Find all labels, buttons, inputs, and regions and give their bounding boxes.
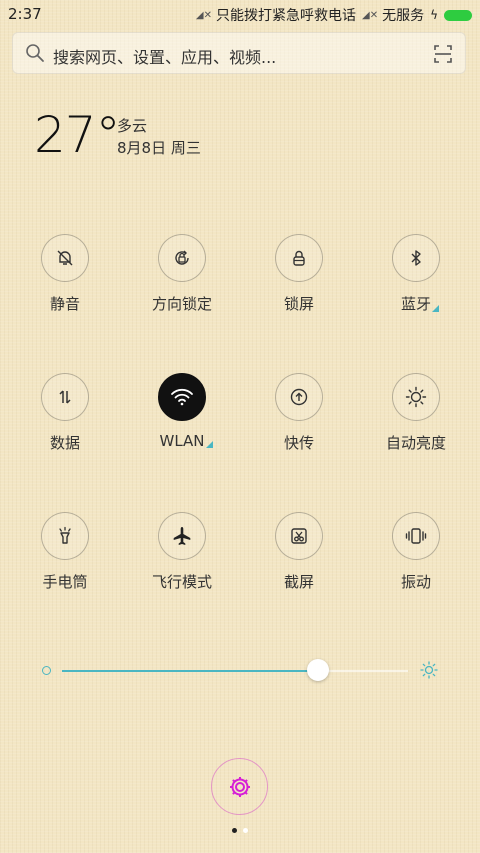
toggle-quick-send[interactable]: 快传 xyxy=(249,373,349,453)
toggle-circle[interactable] xyxy=(41,373,89,421)
auto-brightness-icon xyxy=(405,386,427,408)
bluetooth-icon xyxy=(411,250,421,266)
more-indicator xyxy=(205,441,213,448)
status-bar: 2:37 ◢✕ 只能拨打紧急呼救电话 ◢✕ 无服务 ϟ xyxy=(0,0,480,28)
toggle-circle[interactable] xyxy=(275,234,323,282)
toggle-label: 方向锁定 xyxy=(151,295,212,313)
toggle-mobile-data[interactable]: 数据 xyxy=(15,373,115,453)
flashlight-icon xyxy=(59,526,71,544)
search-bar[interactable]: 搜索网页、设置、应用、视频... xyxy=(12,32,466,74)
lock-icon xyxy=(293,250,305,266)
no-signal-icon: ◢✕ xyxy=(195,9,212,21)
quick-send-icon xyxy=(290,388,308,406)
toggle-label: WLAN xyxy=(159,432,213,450)
toggle-label: 自动亮度 xyxy=(385,434,446,452)
search-icon xyxy=(26,44,44,62)
toggle-circle[interactable] xyxy=(158,512,206,560)
toggle-bluetooth[interactable]: 蓝牙 xyxy=(366,234,466,314)
scan-icon[interactable] xyxy=(433,44,453,64)
sim2-status: 无服务 xyxy=(382,8,425,24)
toggle-circle[interactable] xyxy=(392,373,440,421)
toggle-lock-screen[interactable]: 锁屏 xyxy=(249,234,349,314)
toggle-label: 截屏 xyxy=(283,573,314,591)
toggle-circle[interactable] xyxy=(275,512,323,560)
toggle-circle[interactable] xyxy=(41,512,89,560)
battery-icon xyxy=(444,9,472,21)
toggle-label: 数据 xyxy=(49,434,80,452)
toggle-circle[interactable] xyxy=(275,373,323,421)
toggle-label: 静音 xyxy=(49,295,80,313)
gear-icon xyxy=(229,776,250,797)
rotation-lock-icon xyxy=(175,250,189,265)
toggle-circle[interactable] xyxy=(41,234,89,282)
toggle-wlan[interactable]: WLAN xyxy=(132,373,232,450)
no-signal-icon: ◢✕ xyxy=(362,9,379,21)
search-placeholder: 搜索网页、设置、应用、视频... xyxy=(53,48,277,67)
toggle-airplane-mode[interactable]: 飞行模式 xyxy=(132,512,232,592)
brightness-high-icon xyxy=(420,661,438,679)
weather-condition: 多云 xyxy=(117,117,148,135)
page-indicator xyxy=(232,828,248,833)
status-time: 2:37 xyxy=(8,5,42,23)
toggle-circle[interactable] xyxy=(392,512,440,560)
toggle-label: 飞行模式 xyxy=(151,573,212,591)
data-arrows-icon xyxy=(59,390,71,404)
more-indicator xyxy=(432,305,439,312)
toggle-label: 锁屏 xyxy=(283,295,314,313)
toggle-label: 振动 xyxy=(400,573,431,591)
toggle-vibrate[interactable]: 振动 xyxy=(366,512,466,592)
status-right: ◢✕ 只能拨打紧急呼救电话 ◢✕ 无服务 ϟ xyxy=(196,5,472,25)
page-dot xyxy=(232,828,237,833)
toggle-flashlight[interactable]: 手电筒 xyxy=(15,512,115,592)
toggle-circle[interactable] xyxy=(158,373,206,421)
charging-icon: ϟ xyxy=(430,8,438,22)
toggle-auto-brightness[interactable]: 自动亮度 xyxy=(366,373,466,453)
vibrate-icon xyxy=(405,528,427,544)
page-dot xyxy=(243,828,248,833)
brightness-low-icon xyxy=(42,666,51,675)
brightness-fill xyxy=(62,670,319,672)
brightness-slider[interactable] xyxy=(62,670,408,672)
toggle-mute[interactable]: 静音 xyxy=(15,234,115,314)
brightness-thumb[interactable] xyxy=(307,659,330,681)
weather-temperature[interactable]: 27° xyxy=(34,106,121,164)
toggle-label: 蓝牙 xyxy=(401,293,439,314)
airplane-icon xyxy=(173,527,191,545)
toggle-label: 快传 xyxy=(283,434,314,452)
toggle-screenshot[interactable]: 截屏 xyxy=(249,512,349,592)
screenshot-icon xyxy=(291,528,307,544)
settings-button[interactable] xyxy=(211,758,268,815)
toggle-circle[interactable] xyxy=(158,234,206,282)
toggle-rotation-lock[interactable]: 方向锁定 xyxy=(132,234,232,314)
toggle-circle[interactable] xyxy=(392,234,440,282)
toggle-label: 手电筒 xyxy=(42,573,88,591)
wifi-icon xyxy=(171,388,193,406)
bell-mute-icon xyxy=(57,250,73,266)
sim1-status: 只能拨打紧急呼救电话 xyxy=(216,8,356,24)
weather-date: 8月8日 周三 xyxy=(117,139,201,157)
